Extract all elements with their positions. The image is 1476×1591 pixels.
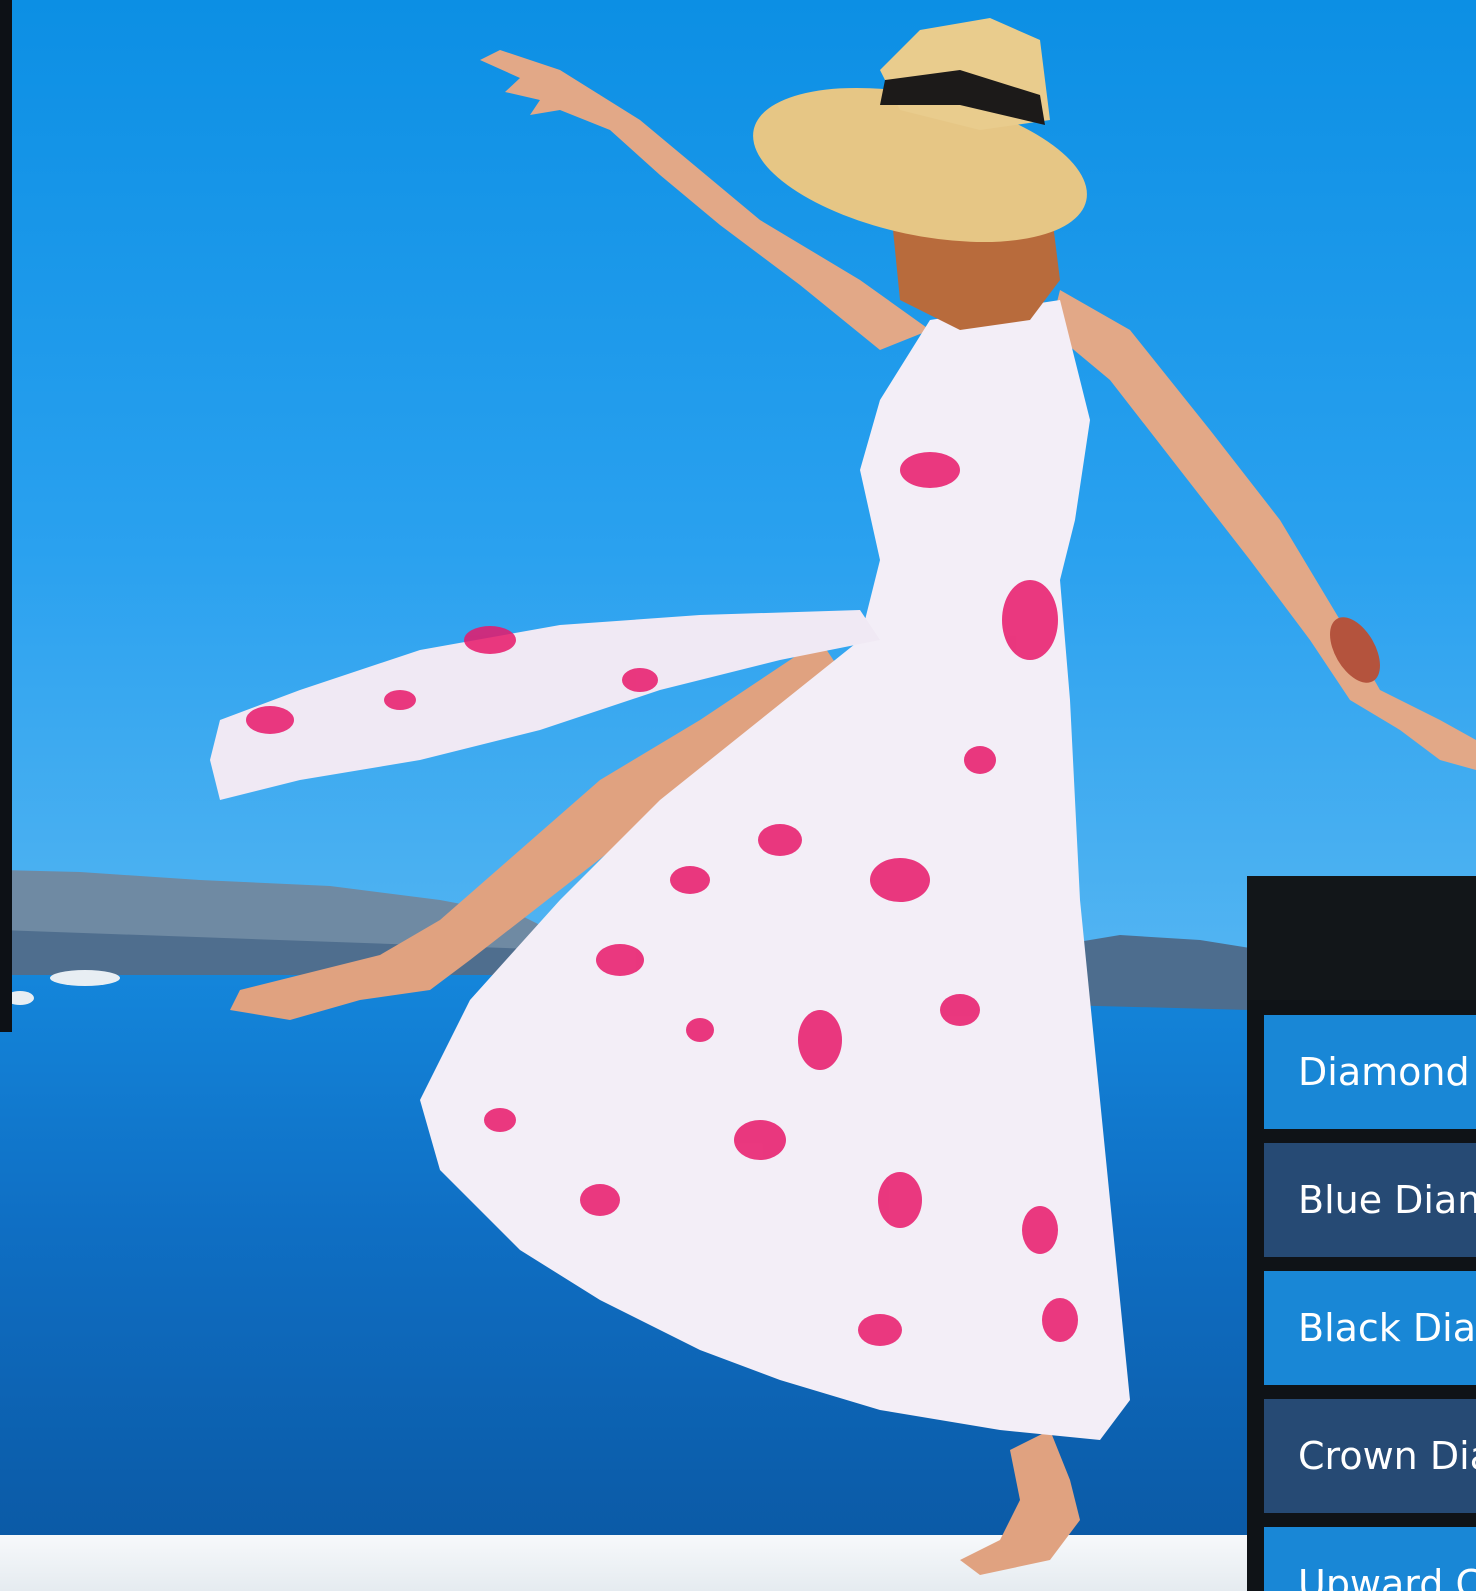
left-edge-strip (0, 0, 12, 1032)
menu-panel-header (1247, 876, 1476, 1000)
menu-item-upward[interactable]: Upward C (1264, 1527, 1476, 1591)
category-menu-panel: Diamond Blue Diam Black Diar Crown Dia U… (1247, 876, 1476, 1591)
menu-item-blue-diamond[interactable]: Blue Diam (1264, 1143, 1476, 1257)
right-arm (1050, 290, 1476, 770)
menu-item-diamond[interactable]: Diamond (1264, 1015, 1476, 1129)
menu-item-label: Crown Dia (1298, 1434, 1476, 1478)
menu-item-label: Upward C (1298, 1562, 1476, 1591)
menu-list: Diamond Blue Diam Black Diar Crown Dia U… (1264, 1015, 1476, 1591)
menu-item-black-diamond[interactable]: Black Diar (1264, 1271, 1476, 1385)
menu-item-crown-diamond[interactable]: Crown Dia (1264, 1399, 1476, 1513)
menu-item-label: Black Diar (1298, 1306, 1476, 1350)
menu-item-label: Blue Diam (1298, 1178, 1476, 1222)
menu-item-label: Diamond (1298, 1050, 1470, 1094)
